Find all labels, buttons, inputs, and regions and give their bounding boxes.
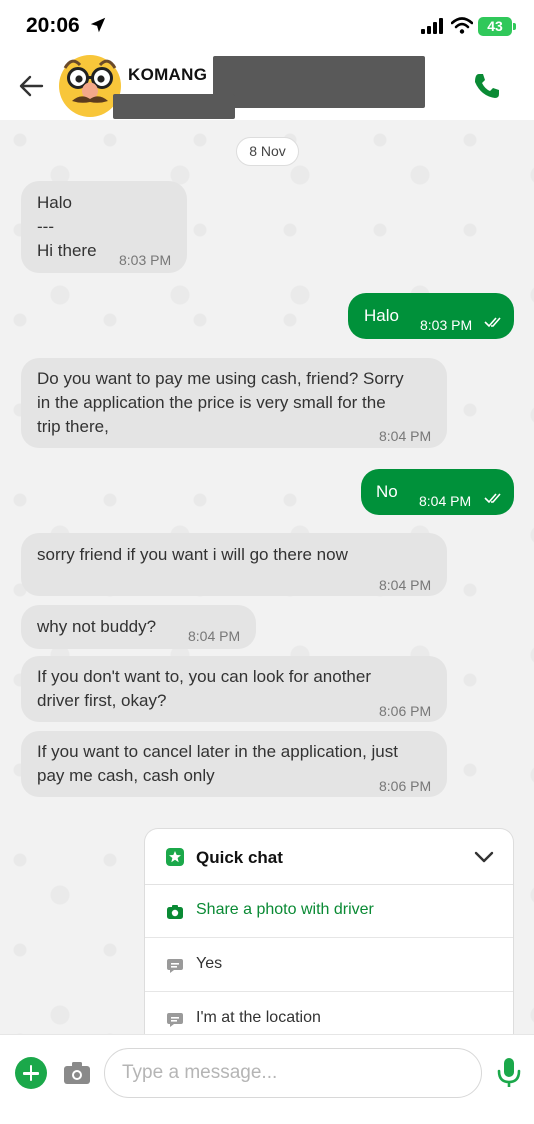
quick-reply-yes[interactable]: Yes	[145, 939, 513, 992]
location-arrow-icon	[90, 17, 106, 33]
message-time: 8:04 PM	[419, 493, 472, 509]
message-time: 8:04 PM	[379, 577, 432, 593]
quick-reply-at-location[interactable]: I'm at the location	[145, 993, 513, 1034]
message-text: No	[376, 482, 398, 501]
message-text: If you want to cancel later in the appli…	[37, 742, 398, 785]
chat-header: KOMANG	[0, 54, 534, 120]
message-icon	[167, 959, 183, 973]
microphone-icon[interactable]	[496, 1057, 522, 1089]
phone-call-icon[interactable]	[472, 71, 502, 101]
quick-chat-title: Quick chat	[196, 848, 283, 867]
message-text: Halo --- Hi there	[37, 193, 97, 260]
quick-chat-header[interactable]: Quick chat	[145, 829, 513, 885]
quick-reply-label: I'm at the location	[196, 1009, 321, 1026]
chevron-down-icon[interactable]	[473, 849, 495, 865]
message-text: why not buddy?	[37, 617, 157, 636]
incoming-message[interactable]: Do you want to pay me using cash, friend…	[21, 358, 447, 448]
star-badge-icon	[166, 848, 184, 866]
message-text: Do you want to pay me using cash, friend…	[37, 369, 404, 436]
message-input[interactable]	[104, 1048, 482, 1098]
outgoing-message[interactable]: Halo 8:03 PM	[348, 293, 514, 339]
wifi-icon	[451, 17, 473, 34]
message-text: sorry friend if you want i will go there…	[37, 545, 348, 564]
quick-reply-share-photo[interactable]: Share a photo with driver	[145, 885, 513, 938]
quick-reply-label: Share a photo with driver	[196, 901, 374, 918]
status-time: 20:06	[26, 14, 80, 37]
battery-indicator: 43	[478, 17, 516, 36]
date-divider: 8 Nov	[236, 137, 299, 166]
message-time: 8:04 PM	[379, 428, 432, 444]
message-text: If you don't want to, you can look for a…	[37, 667, 372, 710]
read-ticks-icon	[484, 317, 501, 328]
message-icon	[167, 1013, 183, 1027]
cellular-signal-icon	[421, 18, 443, 34]
composer-bar	[0, 1034, 534, 1124]
message-time: 8:06 PM	[379, 703, 432, 719]
quick-chat-panel: Quick chat Share a photo with driver Yes	[144, 828, 514, 1034]
status-bar: 20:06 43	[0, 0, 534, 54]
message-text: Halo	[364, 306, 399, 325]
quick-reply-label: Yes	[196, 955, 223, 972]
message-time: 8:03 PM	[420, 317, 473, 333]
incoming-message[interactable]: If you don't want to, you can look for a…	[21, 656, 447, 722]
incoming-message[interactable]: sorry friend if you want i will go there…	[21, 533, 447, 596]
camera-icon	[167, 905, 183, 919]
incoming-message[interactable]: Halo --- Hi there 8:03 PM	[21, 181, 187, 273]
add-attachment-button[interactable]	[15, 1057, 47, 1089]
read-ticks-icon	[484, 493, 501, 504]
camera-icon[interactable]	[63, 1061, 91, 1085]
incoming-message[interactable]: why not buddy? 8:04 PM	[21, 605, 256, 649]
back-arrow-icon[interactable]	[14, 68, 50, 104]
chat-area[interactable]: 8 Nov Halo --- Hi there 8:03 PM Halo 8:0…	[0, 120, 534, 1034]
incoming-message[interactable]: If you want to cancel later in the appli…	[21, 731, 447, 797]
redacted-block	[113, 94, 235, 119]
message-time: 8:03 PM	[119, 252, 172, 268]
outgoing-message[interactable]: No 8:04 PM	[361, 469, 514, 515]
contact-name: KOMANG	[128, 65, 208, 84]
redacted-block	[213, 56, 425, 108]
message-time: 8:06 PM	[379, 778, 432, 794]
message-time: 8:04 PM	[188, 628, 241, 644]
